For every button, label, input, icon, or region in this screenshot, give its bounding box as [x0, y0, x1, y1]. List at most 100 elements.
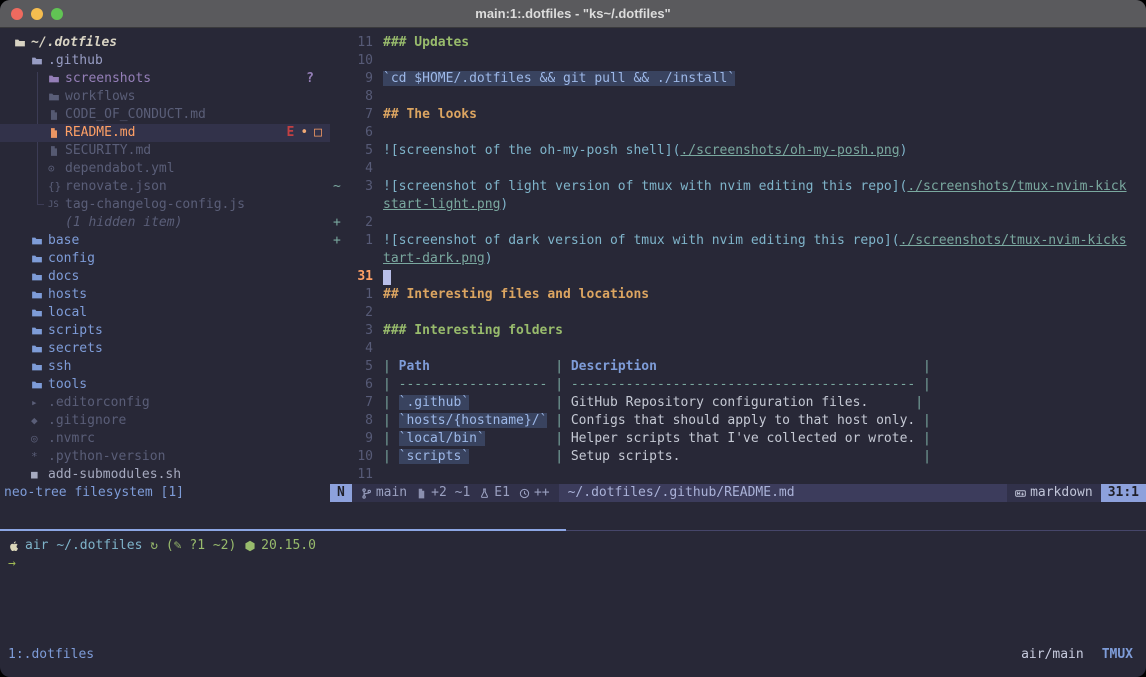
editor-line[interactable]: 11### Updates [330, 34, 1146, 52]
tree-item--nvmrc[interactable]: ◎.nvmrc [0, 430, 330, 448]
tree-item-dependabot-yml[interactable]: ⊙dependabot.yml [0, 160, 330, 178]
pane-border-active[interactable] [0, 529, 566, 531]
editor-line[interactable]: 9`cd $HOME/.dotfiles && git pull && ./in… [330, 70, 1146, 88]
editor-line[interactable]: 31 [330, 268, 1146, 286]
maximize-button[interactable] [51, 8, 63, 20]
editor-line[interactable]: 10 [330, 52, 1146, 70]
editor-line[interactable]: tart-dark.png) [330, 250, 1146, 268]
tmux-session-name: air/main [1021, 646, 1084, 664]
editor-line[interactable]: 9| `local/bin` | Helper scripts that I'v… [330, 430, 1146, 448]
prompt-input-line[interactable]: → [8, 555, 1146, 573]
line-number: 6 [347, 376, 373, 394]
buffer-mark: • [300, 124, 308, 142]
titlebar[interactable]: main:1:.dotfiles - "ks~/.dotfiles" [0, 0, 1146, 28]
pane-border[interactable] [566, 530, 1146, 531]
editor-line[interactable]: 6 [330, 124, 1146, 142]
tree-item-scripts[interactable]: scripts [0, 322, 330, 340]
close-button[interactable] [11, 8, 23, 20]
tree-item--editorconfig[interactable]: ▸.editorconfig [0, 394, 330, 412]
editor-line[interactable]: 1## Interesting files and locations [330, 286, 1146, 304]
folder-icon [31, 271, 48, 283]
buffer-icon [416, 488, 427, 499]
tree-item--dotfiles[interactable]: ~/.dotfiles [0, 34, 330, 52]
line-text: `cd $HOME/.dotfiles && git pull && ./ins… [373, 70, 735, 88]
editor-line[interactable]: 10| `scripts` | Setup scripts. | [330, 448, 1146, 466]
line-number: 31 [347, 268, 373, 286]
tree-item-tools[interactable]: tools [0, 376, 330, 394]
tree-item-docs[interactable]: docs [0, 268, 330, 286]
tree-item-label: dependabot.yml [65, 160, 175, 178]
editor-cursor [383, 270, 391, 285]
line-text: | Path | Description | [373, 358, 931, 376]
minimize-button[interactable] [31, 8, 43, 20]
tree-item-security-md[interactable]: SECURITY.md [0, 142, 330, 160]
buffer-marks: E•□ [287, 124, 322, 142]
tree-item-label: tools [48, 376, 87, 394]
tree-item--github[interactable]: .github [0, 52, 330, 70]
editor-line[interactable]: 8| `hosts/{hostname}/` | Configs that sh… [330, 412, 1146, 430]
shell-pane[interactable]: air ~/.dotfiles ↻ (✎ ?1 ~2) 20.15.0 → [8, 537, 1146, 573]
line-number: 6 [347, 124, 373, 142]
text-segment: | [547, 359, 570, 374]
editor-line[interactable]: 5![screenshot of the oh-my-posh shell](.… [330, 142, 1146, 160]
editor-buffer[interactable]: 11### Updates109`cd $HOME/.dotfiles && g… [330, 28, 1146, 484]
tree-item-add-submodules-sh[interactable]: ■add-submodules.sh [0, 466, 330, 484]
editor-line[interactable]: 11 [330, 466, 1146, 484]
editor-line[interactable]: start-light.png) [330, 196, 1146, 214]
tree-item-screenshots[interactable]: screenshots? [0, 70, 330, 88]
node-icon [244, 540, 256, 552]
neotree-source-label: neo-tree filesystem [1] [4, 484, 184, 502]
editor-line[interactable]: ~3![screenshot of light version of tmux … [330, 178, 1146, 196]
folder-icon [31, 289, 48, 301]
tree-item-local[interactable]: local [0, 304, 330, 322]
line-text [373, 124, 383, 142]
tree-item-label: .github [48, 52, 103, 70]
line-text: | `.github` | GitHub Repository configur… [373, 394, 923, 412]
clock-icon [519, 488, 530, 499]
prompt-line: air ~/.dotfiles ↻ (✎ ?1 ~2) 20.15.0 [8, 537, 1146, 555]
line-number [347, 196, 373, 214]
tree-item--gitignore[interactable]: ◆.gitignore [0, 412, 330, 430]
markdown-link: ./screenshots/tmux-nvim-kick [907, 179, 1126, 194]
diagnostics-item: E1 [479, 484, 510, 502]
tree-item-tag-changelog-config-js[interactable]: JStag-changelog-config.js [0, 196, 330, 214]
line-number: 7 [347, 394, 373, 412]
tree-item-ssh[interactable]: ssh [0, 358, 330, 376]
gutter-sign [330, 142, 347, 160]
editor-line[interactable]: 4 [330, 340, 1146, 358]
tree-item--1-hidden-item-[interactable]: (1 hidden item) [0, 214, 330, 232]
editor-line[interactable]: 3### Interesting folders [330, 322, 1146, 340]
tree-item--python-version[interactable]: *.python-version [0, 448, 330, 466]
line-number: 3 [347, 178, 373, 196]
tree-item-renovate-json[interactable]: {}renovate.json [0, 178, 330, 196]
editor-line[interactable]: +2 [330, 214, 1146, 232]
line-text [373, 52, 383, 70]
editor-line[interactable]: +1![screenshot of dark version of tmux w… [330, 232, 1146, 250]
text-segment: ![screenshot of the oh-my-posh shell]( [383, 143, 680, 158]
tree-item-hosts[interactable]: hosts [0, 286, 330, 304]
git-status: ?1 ~2) [189, 537, 236, 555]
tree-item-workflows[interactable]: workflows [0, 88, 330, 106]
gutter-sign [330, 106, 347, 124]
editor-line[interactable]: 7## The looks [330, 106, 1146, 124]
editor-line[interactable]: 7| `.github` | GitHub Repository configu… [330, 394, 1146, 412]
line-text: ## The looks [373, 106, 477, 124]
prompt-arrow: → [8, 555, 16, 573]
nvmrc-icon: ◎ [31, 430, 48, 448]
tree-item-base[interactable]: base [0, 232, 330, 250]
tree-item-secrets[interactable]: secrets [0, 340, 330, 358]
editor-line[interactable]: 2 [330, 304, 1146, 322]
tree-item-readme-md[interactable]: README.mdE•□ [0, 124, 330, 142]
neotree-sidebar[interactable]: ~/.dotfiles.githubscreenshots?workflowsC… [0, 28, 330, 484]
editor-line[interactable]: 8 [330, 88, 1146, 106]
folder-open-icon [14, 37, 31, 49]
git-diff-counts: +2 ~1 [431, 484, 470, 502]
editor-line[interactable]: 6| ------------------- | ---------------… [330, 376, 1146, 394]
editor-line[interactable]: 4 [330, 160, 1146, 178]
tree-item-config[interactable]: config [0, 250, 330, 268]
js-icon: JS [48, 196, 65, 214]
tree-item-code-of-conduct-md[interactable]: CODE_OF_CONDUCT.md [0, 106, 330, 124]
tmux-window-item[interactable]: 1:.dotfiles [8, 646, 94, 664]
editor-line[interactable]: 5| Path | Description | [330, 358, 1146, 376]
folder-icon [48, 73, 65, 85]
